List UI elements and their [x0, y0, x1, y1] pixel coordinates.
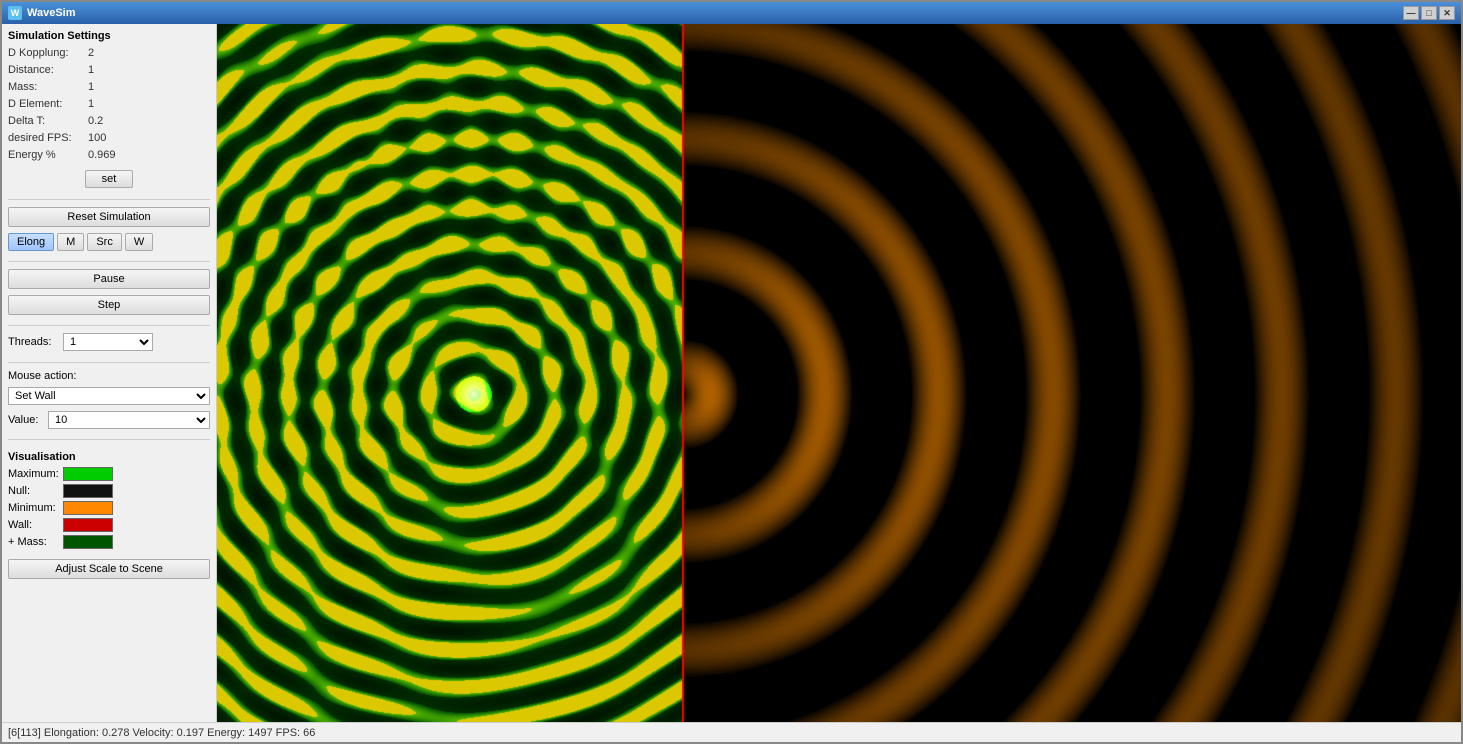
- value-row: Value: 10 5 1: [8, 411, 210, 429]
- title-bar: W WaveSim — □ ✕: [2, 2, 1461, 24]
- pause-button[interactable]: Pause: [8, 269, 210, 289]
- maximum-label: Maximum:: [8, 468, 63, 480]
- energy-label: Energy %: [8, 149, 88, 161]
- threads-row: Threads: 1 2 4: [8, 333, 210, 351]
- src-button[interactable]: Src: [87, 233, 122, 251]
- desired-fps-value: 100: [88, 132, 106, 144]
- maximize-button[interactable]: □: [1421, 6, 1437, 20]
- mass-value: 1: [88, 81, 94, 93]
- main-window: W WaveSim — □ ✕ Simulation Settings D Ko…: [0, 0, 1463, 744]
- main-area: Simulation Settings D Kopplung: 2 Distan…: [2, 24, 1461, 722]
- app-icon: W: [8, 6, 22, 20]
- mouse-action-label: Mouse action:: [8, 370, 210, 382]
- d-element-value: 1: [88, 98, 94, 110]
- d-kopplung-row: D Kopplung: 2: [8, 47, 210, 59]
- wall-color-swatch[interactable]: [63, 518, 113, 532]
- mouse-action-row: Set Wall Set Source Set Mass: [8, 387, 210, 405]
- maximum-color-swatch[interactable]: [63, 467, 113, 481]
- wall-vis-row: Wall:: [8, 518, 210, 532]
- d-kopplung-value: 2: [88, 47, 94, 59]
- distance-value: 1: [88, 64, 94, 76]
- desired-fps-label: desired FPS:: [8, 132, 88, 144]
- mass-label: Mass:: [8, 81, 88, 93]
- status-text: [6[113] Elongation: 0.278 Velocity: 0.19…: [8, 727, 315, 739]
- energy-value: 0.969: [88, 149, 116, 161]
- m-button[interactable]: M: [57, 233, 84, 251]
- null-label: Null:: [8, 485, 63, 497]
- minimize-button[interactable]: —: [1403, 6, 1419, 20]
- null-vis-row: Null:: [8, 484, 210, 498]
- mass-label: + Mass:: [8, 536, 63, 548]
- status-bar: [6[113] Elongation: 0.278 Velocity: 0.19…: [2, 722, 1461, 742]
- step-button[interactable]: Step: [8, 295, 210, 315]
- visualisation-section: Visualisation Maximum: Null: Minimum: Wa…: [8, 451, 210, 552]
- window-title: WaveSim: [27, 7, 1403, 19]
- minimum-label: Minimum:: [8, 502, 63, 514]
- close-button[interactable]: ✕: [1439, 6, 1455, 20]
- wall-label: Wall:: [8, 519, 63, 531]
- set-button[interactable]: set: [85, 170, 134, 188]
- d-element-label: D Element:: [8, 98, 88, 110]
- settings-title: Simulation Settings: [8, 30, 210, 42]
- sidebar: Simulation Settings D Kopplung: 2 Distan…: [2, 24, 217, 722]
- distance-row: Distance: 1: [8, 64, 210, 76]
- delta-t-label: Delta T:: [8, 115, 88, 127]
- w-button[interactable]: W: [125, 233, 153, 251]
- mass-vis-row: + Mass:: [8, 535, 210, 549]
- maximum-vis-row: Maximum:: [8, 467, 210, 481]
- threads-label: Threads:: [8, 336, 63, 348]
- threads-select[interactable]: 1 2 4: [63, 333, 153, 351]
- title-controls: — □ ✕: [1403, 6, 1455, 20]
- wave-simulation-area[interactable]: [217, 24, 1461, 722]
- energy-row: Energy % 0.969: [8, 149, 210, 161]
- delta-t-value: 0.2: [88, 115, 103, 127]
- delta-t-row: Delta T: 0.2: [8, 115, 210, 127]
- mass-color-swatch[interactable]: [63, 535, 113, 549]
- null-color-swatch[interactable]: [63, 484, 113, 498]
- d-kopplung-label: D Kopplung:: [8, 47, 88, 59]
- mass-row: Mass: 1: [8, 81, 210, 93]
- d-element-row: D Element: 1: [8, 98, 210, 110]
- mouse-action-select[interactable]: Set Wall Set Source Set Mass: [8, 387, 210, 405]
- elong-button[interactable]: Elong: [8, 233, 54, 251]
- value-select[interactable]: 10 5 1: [48, 411, 210, 429]
- reset-simulation-button[interactable]: Reset Simulation: [8, 207, 210, 227]
- value-label: Value:: [8, 414, 48, 426]
- desired-fps-row: desired FPS: 100: [8, 132, 210, 144]
- adjust-scale-button[interactable]: Adjust Scale to Scene: [8, 559, 210, 579]
- minimum-vis-row: Minimum:: [8, 501, 210, 515]
- distance-label: Distance:: [8, 64, 88, 76]
- mode-buttons: Elong M Src W: [8, 233, 210, 251]
- wave-canvas[interactable]: [217, 24, 1461, 722]
- vis-title: Visualisation: [8, 451, 210, 463]
- minimum-color-swatch[interactable]: [63, 501, 113, 515]
